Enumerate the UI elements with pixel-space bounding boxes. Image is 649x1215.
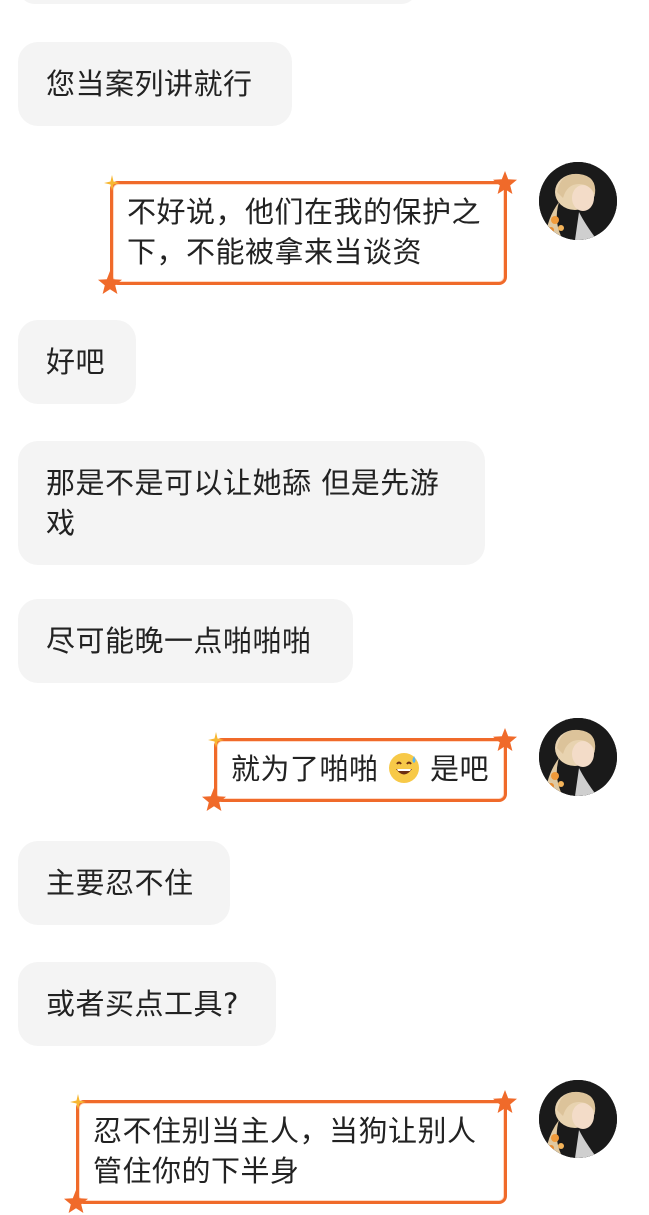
avatar-illustration-icon (539, 1080, 617, 1158)
star-icon (493, 171, 517, 194)
message-text: 您当案列讲就行 (46, 67, 253, 101)
message-bubble-incoming[interactable]: 主要忍不住 (18, 841, 230, 925)
grinning-face-with-sweat-icon (389, 753, 420, 783)
message-bubble-incoming[interactable]: 好吧 (18, 320, 136, 404)
message-bubble-outgoing[interactable]: 忍不住别当主人，当狗让别人管住你的下半身 (64, 1090, 517, 1213)
message-text: 好吧 (46, 345, 106, 379)
sparkle-icon (208, 732, 224, 748)
message-bubble-incoming[interactable]: 或者买点工具? (18, 962, 276, 1046)
message-text: 主要忍不住 (46, 866, 194, 900)
message-text-part: 是吧 (429, 752, 489, 786)
user-avatar[interactable] (539, 1080, 617, 1158)
message-text: 或者买点工具? (46, 987, 239, 1021)
message-bubble-incoming[interactable]: 那是不是可以让她舔 但是先游戏 (18, 441, 485, 565)
star-icon (202, 788, 226, 811)
message-bubble-outgoing[interactable]: 就为了啪啪 是吧 (202, 728, 517, 811)
message-text: 尽可能晚一点啪啪啪 (46, 624, 312, 658)
message-bubble-incoming[interactable]: 尽可能晚一点啪啪啪 (18, 599, 353, 683)
star-icon (64, 1190, 88, 1213)
star-icon (493, 1090, 517, 1113)
message-text: 那是不是可以让她舔 但是先游戏 (46, 466, 440, 540)
avatar-illustration-icon (539, 162, 617, 240)
avatar-illustration-icon (539, 718, 617, 796)
user-avatar[interactable] (539, 162, 617, 240)
message-bubble-outgoing[interactable]: 不好说，他们在我的保护之下，不能被拿来当谈资 (98, 171, 517, 294)
sparkle-icon (70, 1094, 86, 1110)
message-text: 忍不住别当主人，当狗让别人管住你的下半身 (93, 1114, 477, 1188)
star-icon (98, 271, 122, 294)
star-icon (493, 728, 517, 751)
user-avatar[interactable] (539, 718, 617, 796)
message-text: 不好说，他们在我的保护之下，不能被拿来当谈资 (127, 195, 482, 269)
previous-message-bubble (18, 0, 418, 4)
sparkle-icon (104, 175, 120, 191)
message-bubble-incoming[interactable]: 您当案列讲就行 (18, 42, 292, 126)
message-text-part: 就为了啪啪 (231, 752, 379, 786)
